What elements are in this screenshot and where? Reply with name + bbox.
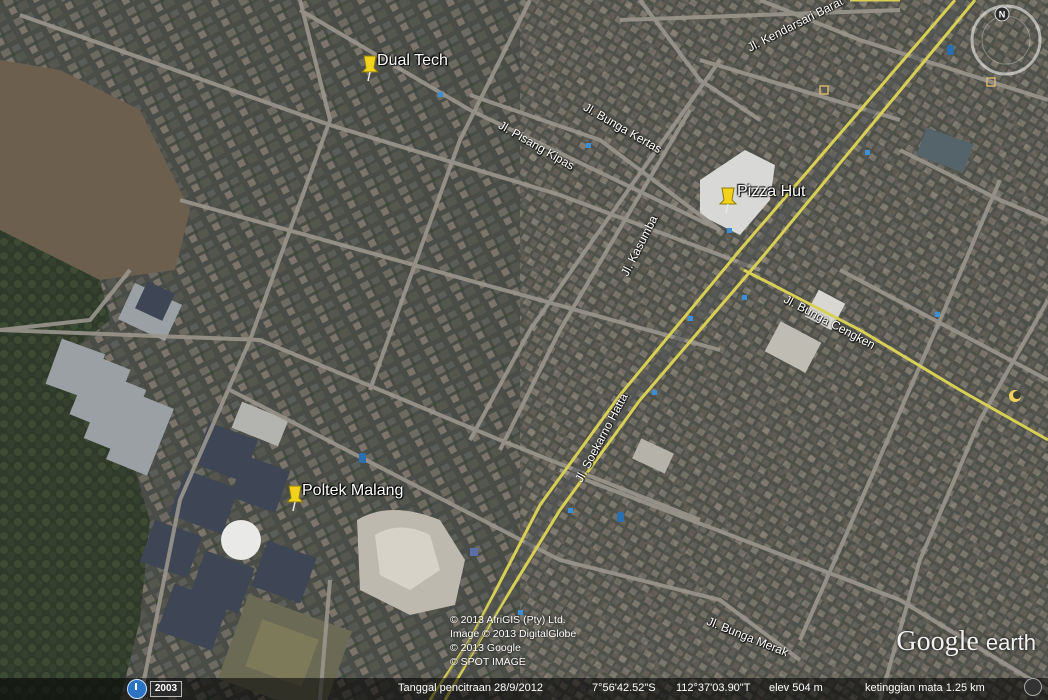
elevation-readout: elev 504 m xyxy=(769,682,823,694)
google-earth-logo: Google earth xyxy=(896,626,1036,658)
historical-year-badge[interactable]: 2003 xyxy=(150,681,182,697)
status-bar-toggle-icon[interactable] xyxy=(1024,678,1042,696)
imagery-credits: © 2013 AfriGIS (Pty) Ltd. Image © 2013 D… xyxy=(450,613,576,669)
imagery-date: Tanggal pencitraan 28/9/2012 xyxy=(398,682,543,694)
satellite-imagery[interactable] xyxy=(0,0,1048,700)
logo-google: Google xyxy=(896,626,979,657)
eye-altitude-readout: ketinggian mata 1.25 km xyxy=(865,682,985,694)
compass-north-label: N xyxy=(999,10,1006,20)
pin-label-poltek-malang[interactable]: Poltek Malang xyxy=(302,482,403,500)
placemark-pin-icon[interactable] xyxy=(718,186,738,214)
credit-line: © SPOT IMAGE xyxy=(450,656,526,668)
credit-line: © 2013 Google xyxy=(450,642,521,654)
logo-earth: earth xyxy=(985,630,1036,655)
longitude-readout: 112°37'03.90"T xyxy=(676,682,751,694)
latitude-readout: 7°56'42.52"S xyxy=(592,682,656,694)
pin-label-dual-tech[interactable]: Dual Tech xyxy=(377,52,448,70)
pin-label-pizza-hut[interactable]: Pizza Hut xyxy=(737,183,805,201)
credit-line: Image © 2013 DigitalGlobe xyxy=(450,628,577,640)
credit-line: © 2013 AfriGIS (Pty) Ltd. xyxy=(450,614,566,626)
historical-imagery-clock-icon[interactable] xyxy=(127,679,147,699)
compass-navigation-control[interactable]: N xyxy=(968,2,1044,78)
map-viewport[interactable]: Dual Tech Pizza Hut Poltek Malang Jl. Ke… xyxy=(0,0,1048,700)
